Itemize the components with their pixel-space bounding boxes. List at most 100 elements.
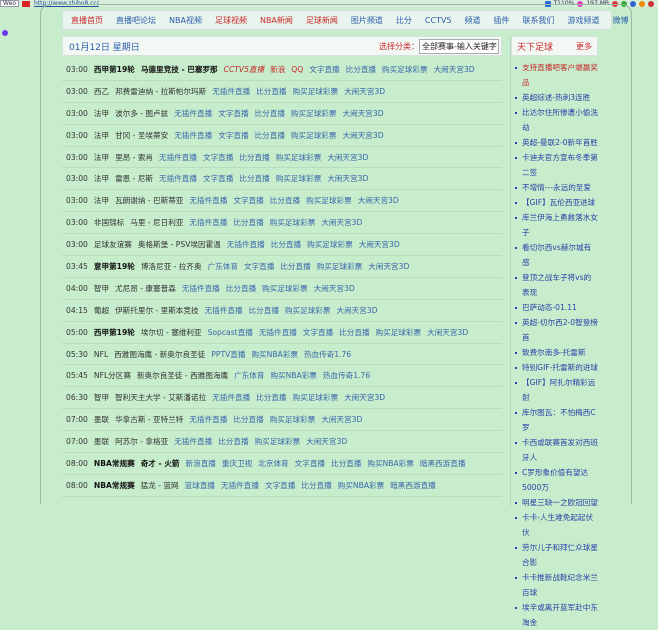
stream-link[interactable]: 购买NBA彩票 bbox=[270, 370, 316, 381]
stream-link[interactable]: 购买足球彩票 bbox=[291, 130, 337, 141]
stream-link[interactable]: 大闹天宫3D bbox=[343, 108, 384, 119]
stream-link[interactable]: 大闹天宫3D bbox=[321, 217, 362, 228]
addon-icon[interactable] bbox=[639, 0, 645, 7]
stream-link[interactable]: 大闹天宫3D bbox=[327, 173, 368, 184]
news-item[interactable]: 埃辛或离开蓝军赴中东淘金 bbox=[514, 600, 598, 630]
stream-link[interactable]: 无插件直播 bbox=[212, 392, 250, 403]
stream-link[interactable]: 比分直播 bbox=[239, 152, 269, 163]
stream-link[interactable]: 比分直播 bbox=[346, 64, 376, 75]
stream-link[interactable]: 无插件直播 bbox=[189, 217, 227, 228]
stream-link[interactable]: 无插件直播 bbox=[174, 108, 212, 119]
stream-link[interactable]: 新浪直播 bbox=[186, 458, 216, 469]
news-item[interactable]: 比达尔住所惨遭小偷洗劫 bbox=[514, 105, 598, 135]
stream-link[interactable]: 比分直播 bbox=[256, 86, 286, 97]
stream-link[interactable]: 广东体育 bbox=[234, 370, 264, 381]
stream-link[interactable]: 无插件直播 bbox=[174, 130, 212, 141]
stream-link[interactable]: PPTV直播 bbox=[211, 349, 245, 360]
stream-link[interactable]: 无插件直播 bbox=[212, 86, 250, 97]
stream-link[interactable]: 篮球直播 bbox=[185, 480, 215, 491]
stream-link[interactable]: 暗黑西游直播 bbox=[390, 480, 436, 491]
news-item[interactable]: 劳尔儿子和拜仁众球星合影 bbox=[514, 540, 598, 570]
news-item[interactable]: 巴萨动态-01.11 bbox=[514, 300, 598, 315]
stream-link[interactable]: Sopcast直播 bbox=[208, 327, 253, 338]
stream-link[interactable]: 比分直播 bbox=[249, 305, 279, 316]
nav-link[interactable]: CCTV5 bbox=[425, 16, 452, 25]
stream-link[interactable]: 文字直播 bbox=[309, 64, 339, 75]
news-item[interactable]: 【GIF】瓦伦西亚进球 bbox=[514, 195, 598, 210]
stream-link[interactable]: 购买足球彩票 bbox=[255, 436, 301, 447]
stream-link[interactable]: 大闹天宫3D bbox=[343, 130, 384, 141]
stream-link[interactable]: 购买足球彩票 bbox=[270, 217, 316, 228]
stream-link[interactable]: 比分直播 bbox=[331, 458, 361, 469]
nav-link[interactable]: NBA视频 bbox=[169, 15, 202, 26]
stream-link[interactable]: 比分直播 bbox=[301, 480, 331, 491]
stream-link[interactable]: 购买足球彩票 bbox=[293, 86, 339, 97]
stream-link[interactable]: 购买足球彩票 bbox=[293, 392, 339, 403]
stream-link[interactable]: 无插件直播 bbox=[259, 327, 297, 338]
stream-link[interactable]: 无插件直播 bbox=[189, 195, 227, 206]
nav-link[interactable]: 联系我们 bbox=[523, 15, 555, 26]
stream-link[interactable]: 比分直播 bbox=[233, 217, 263, 228]
stream-link[interactable]: 文字直播 bbox=[233, 195, 263, 206]
stream-link[interactable]: 文字直播 bbox=[295, 458, 325, 469]
stream-link[interactable]: 无插件直播 bbox=[182, 283, 220, 294]
stream-link[interactable]: 文字直播 bbox=[218, 108, 248, 119]
news-item[interactable]: 特别GIF-托雷斯的进球 bbox=[514, 360, 598, 375]
nav-link[interactable]: 微博 bbox=[613, 15, 629, 26]
stream-link[interactable]: 大闹天宫3D bbox=[344, 86, 385, 97]
stream-link[interactable]: 购买NBA彩票 bbox=[251, 349, 297, 360]
news-item[interactable]: 卡西或联赛首发对西班牙人 bbox=[514, 435, 598, 465]
stream-link[interactable]: 北京体育 bbox=[258, 458, 288, 469]
news-item[interactable]: 卡卡-人生难免起起伏伏 bbox=[514, 510, 598, 540]
stream-link[interactable]: 购买足球彩票 bbox=[285, 305, 331, 316]
stream-link[interactable]: CCTV5直播 bbox=[224, 64, 264, 75]
filter-select[interactable]: 全部赛事-输入关键字 bbox=[419, 38, 499, 54]
stream-link[interactable]: 大闹天宫3D bbox=[427, 327, 468, 338]
stream-link[interactable]: 热血传奇1.76 bbox=[323, 370, 370, 381]
news-item[interactable]: 明星三缺一之欧冠回望 bbox=[514, 495, 598, 510]
stream-link[interactable]: 比分直播 bbox=[255, 130, 285, 141]
nav-link[interactable]: 插件 bbox=[494, 15, 510, 26]
stream-link[interactable]: 比分直播 bbox=[255, 108, 285, 119]
stream-link[interactable]: QQ bbox=[291, 65, 303, 74]
stream-link[interactable]: 重庆卫视 bbox=[222, 458, 252, 469]
addon-icon[interactable] bbox=[648, 0, 654, 7]
stream-link[interactable]: 大闹天宫3D bbox=[306, 436, 347, 447]
stream-link[interactable]: 购买足球彩票 bbox=[307, 239, 353, 250]
nav-link[interactable]: 足球视频 bbox=[215, 15, 247, 26]
stream-link[interactable]: 暗黑西游直播 bbox=[420, 458, 466, 469]
nav-link[interactable]: 直播首页 bbox=[71, 15, 103, 26]
news-item[interactable]: 看切尔西vs赫尔城有感 bbox=[514, 240, 598, 270]
stream-link[interactable]: 比分直播 bbox=[226, 283, 256, 294]
stream-link[interactable]: 新浪 bbox=[270, 64, 285, 75]
stream-link[interactable]: 购买足球彩票 bbox=[306, 195, 352, 206]
stream-link[interactable]: 文字直播 bbox=[303, 327, 333, 338]
news-item[interactable]: 英超-曼联2-0新年首胜 bbox=[514, 135, 598, 150]
stream-link[interactable]: 无插件直播 bbox=[174, 436, 212, 447]
stream-link[interactable]: 购买足球彩票 bbox=[317, 261, 363, 272]
news-item[interactable]: 登顶之战车子将vs的表现 bbox=[514, 270, 598, 300]
stream-link[interactable]: 大闹天宫3D bbox=[314, 283, 355, 294]
news-item[interactable]: 致费尔南多-托雷斯 bbox=[514, 345, 598, 360]
stream-link[interactable]: 大闹天宫3D bbox=[358, 195, 399, 206]
stream-link[interactable]: 比分直播 bbox=[218, 436, 248, 447]
nav-link[interactable]: 足球新闻 bbox=[306, 15, 338, 26]
stream-link[interactable]: 比分直播 bbox=[256, 392, 286, 403]
stream-link[interactable]: 无插件直播 bbox=[205, 305, 243, 316]
nav-link[interactable]: 直播吧论坛 bbox=[116, 15, 156, 26]
stream-link[interactable]: 比分直播 bbox=[271, 239, 301, 250]
stream-link[interactable]: 比分直播 bbox=[239, 173, 269, 184]
news-item[interactable]: 不增情---永远的至爱 bbox=[514, 180, 598, 195]
stream-link[interactable]: 购买NBA彩票 bbox=[338, 480, 384, 491]
news-item[interactable]: 【GIF】阿扎尔精彩远射 bbox=[514, 375, 598, 405]
news-item[interactable]: 支持直播吧客户端赢奖品 bbox=[514, 60, 598, 90]
stream-link[interactable]: 购买足球彩票 bbox=[291, 108, 337, 119]
news-item[interactable]: 英超综述-热刺3连胜 bbox=[514, 90, 598, 105]
nav-link[interactable]: 比分 bbox=[396, 15, 412, 26]
stream-link[interactable]: 大闹天宫3D bbox=[327, 152, 368, 163]
stream-link[interactable]: 大闹天宫3D bbox=[359, 239, 400, 250]
news-item[interactable]: 库兰伊海上勇救落水女子 bbox=[514, 210, 598, 240]
stream-link[interactable]: 比分直播 bbox=[233, 414, 263, 425]
stream-link[interactable]: 购买足球彩票 bbox=[382, 64, 428, 75]
nav-link[interactable]: 图片频道 bbox=[351, 15, 383, 26]
